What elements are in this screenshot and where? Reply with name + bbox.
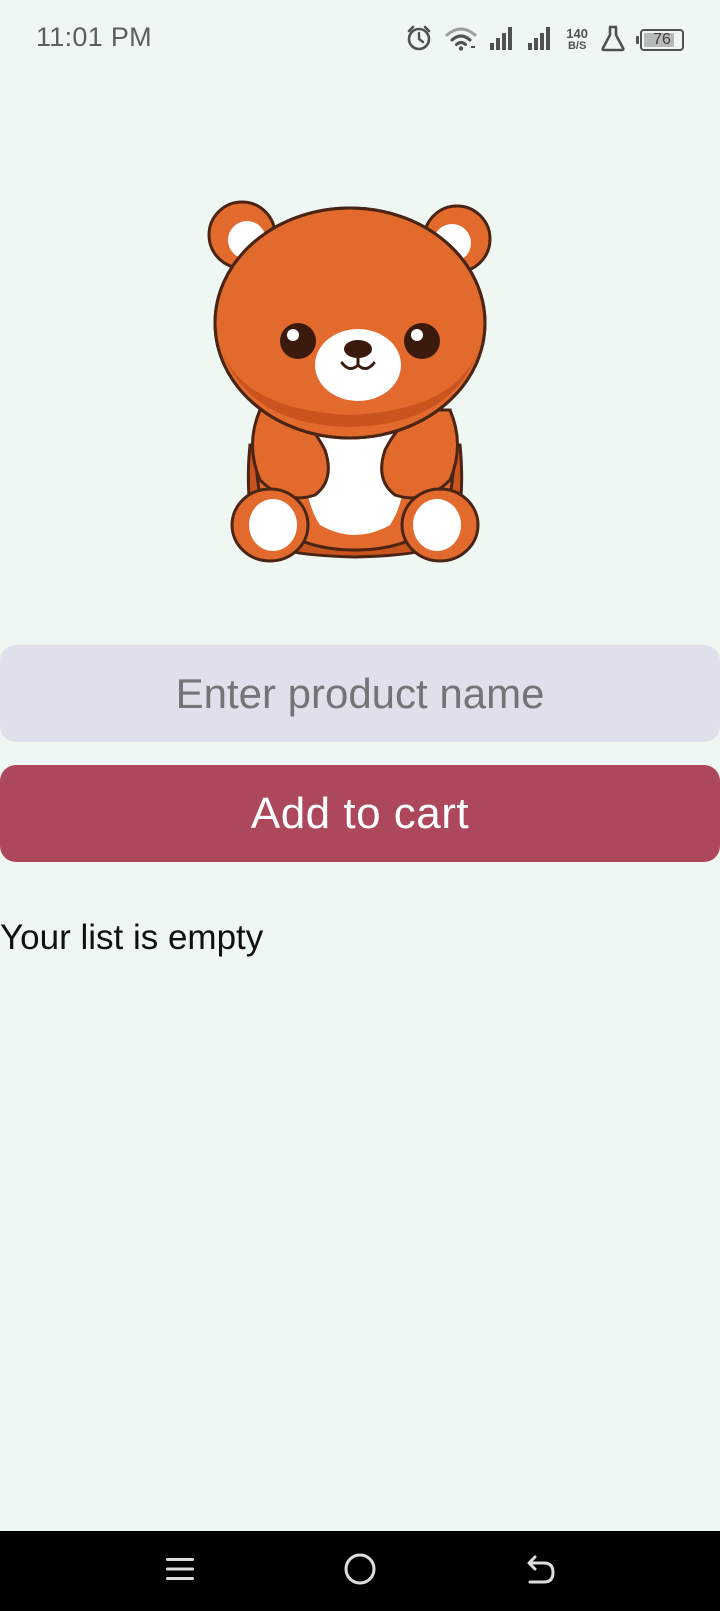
teddy-bear-image	[205, 195, 505, 580]
net-speed: 140 B/S	[566, 26, 588, 52]
back-button[interactable]	[514, 1545, 566, 1597]
signal-icon	[526, 24, 554, 57]
home-button[interactable]	[334, 1545, 386, 1597]
product-name-input[interactable]	[0, 645, 720, 742]
navigation-bar	[0, 1531, 720, 1611]
menu-icon	[163, 1554, 197, 1589]
add-to-cart-button[interactable]: Add to cart	[0, 765, 720, 862]
net-speed-value: 140	[566, 26, 588, 41]
lab-icon	[600, 24, 626, 57]
menu-button[interactable]	[154, 1545, 206, 1597]
battery-icon: 76	[636, 29, 684, 51]
alarm-icon	[404, 23, 434, 58]
status-time: 11:01 PM	[36, 22, 152, 52]
status-bar: 11:01 PM 140 B/S 76	[0, 0, 720, 80]
back-icon	[522, 1552, 558, 1591]
status-icons: 140 B/S 76	[404, 20, 684, 60]
wifi-icon	[444, 23, 478, 58]
empty-list-message: Your list is empty	[0, 918, 264, 957]
battery-level: 76	[653, 31, 671, 48]
signal-icon	[488, 24, 516, 57]
home-icon	[342, 1551, 378, 1592]
net-speed-unit: B/S	[567, 40, 587, 52]
